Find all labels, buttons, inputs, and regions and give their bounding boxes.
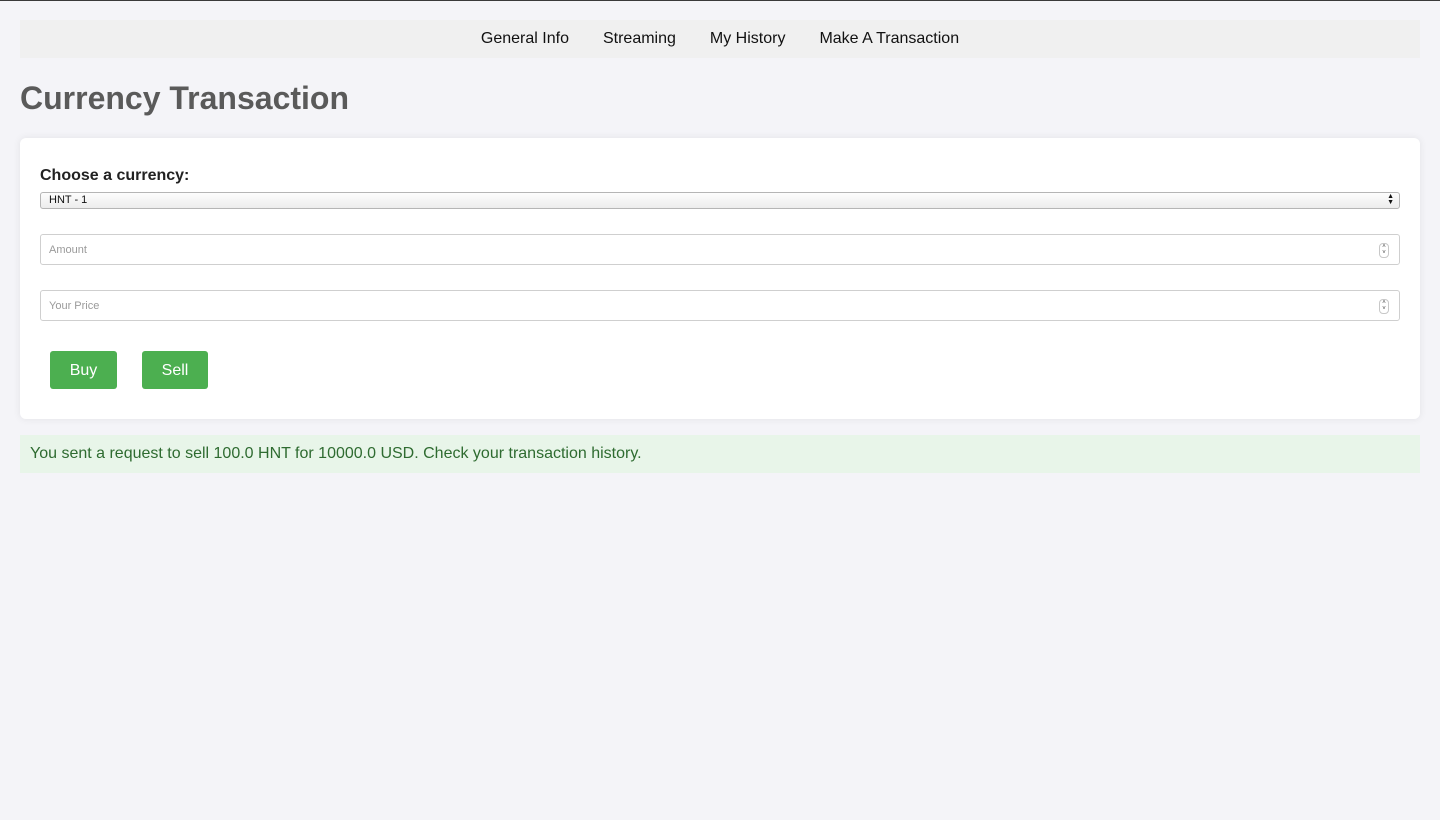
nav-general-info[interactable]: General Info — [464, 20, 586, 58]
nav-streaming[interactable]: Streaming — [586, 20, 693, 58]
sell-button[interactable]: Sell — [142, 351, 208, 389]
page-title: Currency Transaction — [20, 80, 349, 116]
currency-label: Choose a currency: — [40, 167, 190, 184]
amount-field[interactable]: ˄˅ — [40, 234, 1400, 265]
price-stepper-icon[interactable]: ˄ ˅ — [1379, 299, 1389, 314]
nav-my-history[interactable]: My History — [693, 20, 803, 58]
price-field[interactable]: ˄˅ — [40, 290, 1400, 321]
currency-select[interactable]: HNT - 1 ▲ ▼ — [40, 192, 1400, 209]
amount-input[interactable] — [49, 235, 1369, 264]
success-message: You sent a request to sell 100.0 HNT for… — [20, 435, 1420, 473]
transaction-form-card: Choose a currency: HNT - 1 ▲▼ ˄˅ ˄˅ Buy … — [20, 138, 1420, 419]
amount-stepper-icon[interactable]: ˄ ˅ — [1379, 243, 1389, 258]
currency-select-value: HNT - 1 — [49, 194, 88, 206]
top-navigation: General Info Streaming My History Make A… — [20, 20, 1420, 58]
price-input[interactable] — [49, 291, 1369, 320]
window-top-border — [0, 0, 1440, 1]
nav-make-a-transaction[interactable]: Make A Transaction — [802, 20, 976, 58]
up-down-arrows-icon: ▲ ▼ — [1387, 193, 1394, 206]
buy-button[interactable]: Buy — [50, 351, 117, 389]
